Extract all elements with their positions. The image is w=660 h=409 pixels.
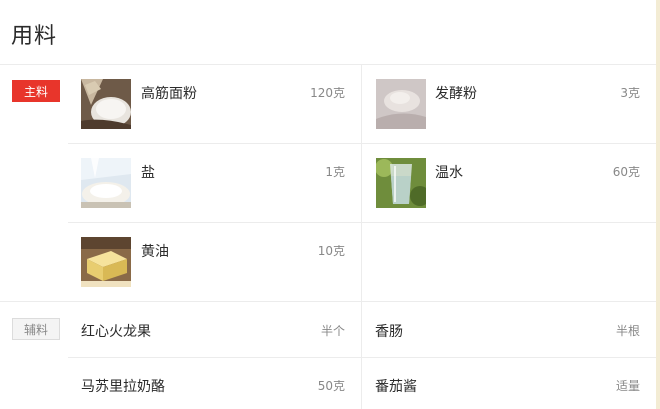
- ingredient-amount: 3克: [620, 86, 640, 100]
- salt-icon: [81, 158, 131, 208]
- aux-ingredients-tag: 辅料: [12, 318, 60, 340]
- water-glass-icon: [376, 158, 426, 208]
- aux-ingredient-item: 番茄酱 适量: [362, 358, 656, 409]
- ingredient-name: 马苏里拉奶酪: [81, 379, 165, 395]
- page-title: 用料: [11, 24, 58, 49]
- butter-icon: [81, 237, 131, 287]
- ingredient-amount: 适量: [615, 379, 640, 393]
- main-ingredients-tag: 主料: [12, 80, 60, 102]
- aux-ingredient-item: 香肠 半根: [362, 302, 656, 357]
- ingredient-name: 温水: [435, 165, 463, 181]
- ingredient-amount: 半个: [320, 324, 345, 338]
- ingredient-amount: 1克: [325, 165, 345, 179]
- page-edge: [656, 0, 660, 409]
- ingredient-amount: 60克: [612, 165, 640, 179]
- ingredient-name: 香肠: [375, 324, 403, 340]
- ingredient-name: 盐: [141, 165, 155, 181]
- ingredient-name: 黄油: [141, 244, 169, 260]
- ingredient-item: 温水 60克: [362, 144, 656, 222]
- ingredient-amount: 半根: [615, 324, 640, 338]
- yeast-powder-icon: [376, 79, 426, 129]
- ingredient-amount: 120克: [310, 86, 345, 100]
- ingredient-item: 高筋面粉 120克: [68, 65, 361, 143]
- ingredients-panel: 用料 主料 高筋面粉 120克 发酵粉 3克 盐 1克 温水 60克 黄油 10…: [0, 0, 656, 409]
- flour-bag-icon: [81, 79, 131, 129]
- ingredient-name: 高筋面粉: [141, 86, 197, 102]
- ingredient-item: 盐 1克: [68, 144, 361, 222]
- ingredient-name: 红心火龙果: [81, 324, 151, 340]
- aux-ingredient-item: 红心火龙果 半个: [68, 302, 361, 357]
- aux-ingredient-item: 马苏里拉奶酪 50克: [68, 358, 361, 409]
- ingredient-amount: 50克: [317, 379, 345, 393]
- ingredient-name: 发酵粉: [435, 86, 477, 102]
- ingredient-item: 黄油 10克: [68, 223, 361, 301]
- ingredient-name: 番茄酱: [375, 379, 417, 395]
- ingredient-item: 发酵粉 3克: [362, 65, 656, 143]
- ingredient-amount: 10克: [317, 244, 345, 258]
